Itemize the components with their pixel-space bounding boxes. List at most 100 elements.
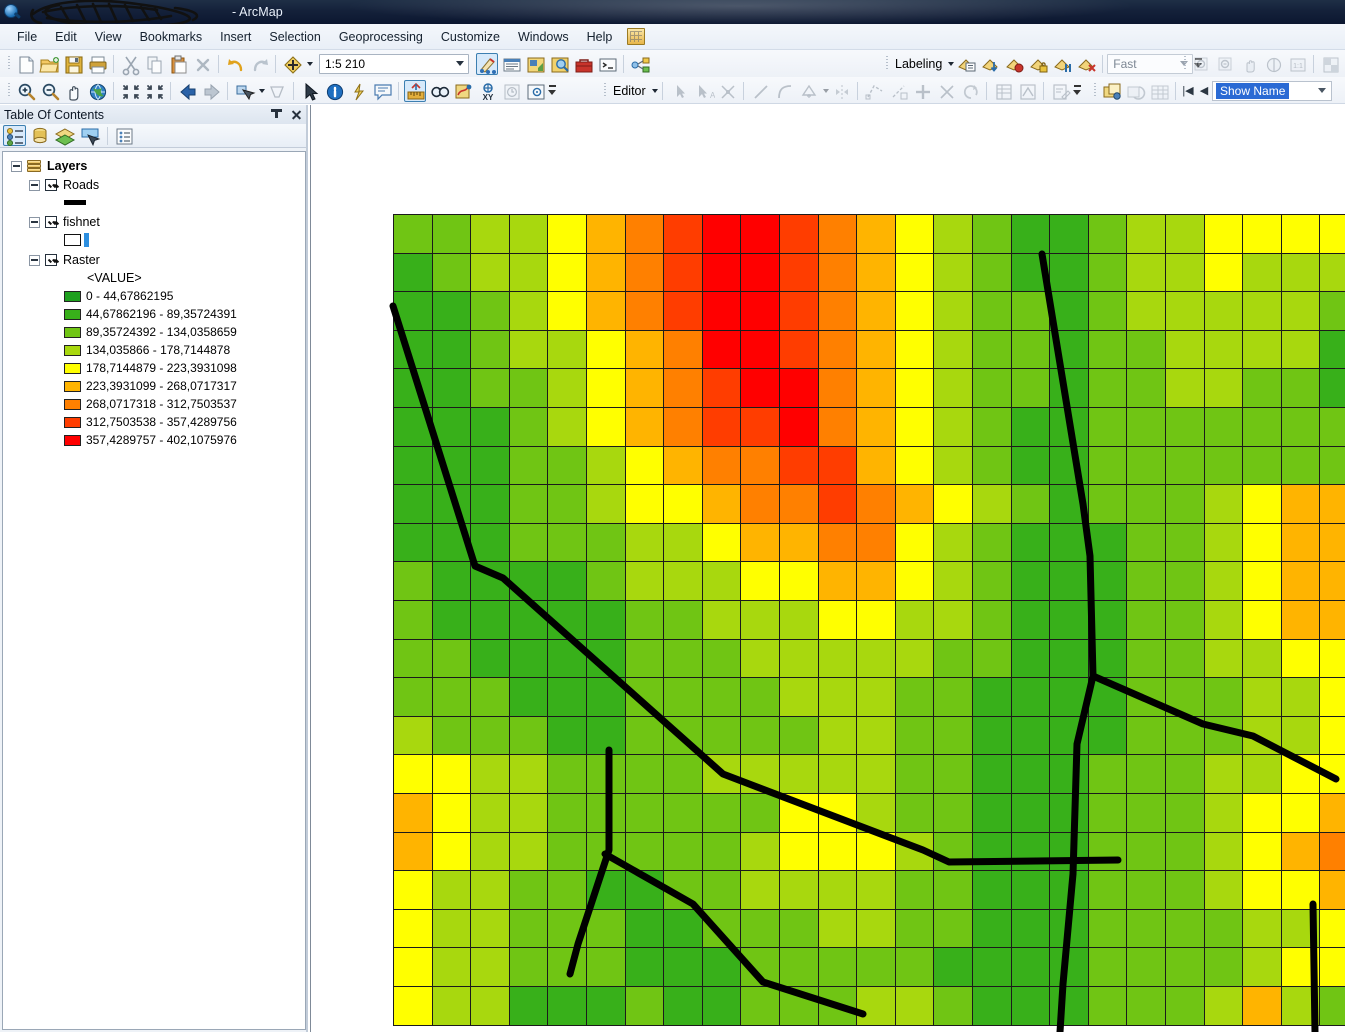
catalog-icon[interactable] <box>524 53 546 75</box>
list-by-selection-icon[interactable] <box>78 125 101 147</box>
label-priority-icon[interactable] <box>979 53 1001 75</box>
new-map-icon[interactable] <box>14 53 36 75</box>
search-icon[interactable] <box>548 53 570 75</box>
toolbar-grip[interactable] <box>6 54 13 73</box>
full-extent-icon[interactable] <box>86 80 108 102</box>
remove-labels-icon[interactable] <box>1075 53 1097 75</box>
redo-icon[interactable] <box>248 53 270 75</box>
layer-item-roads[interactable]: Roads <box>9 176 305 194</box>
go-back-icon[interactable] <box>176 80 198 102</box>
cut-icon[interactable] <box>119 53 141 75</box>
pin-icon[interactable] <box>269 107 285 123</box>
menu-file[interactable]: File <box>8 26 46 48</box>
clear-selection-icon <box>266 80 288 102</box>
layer-visibility-checkbox-roads[interactable] <box>45 179 57 191</box>
menu-view[interactable]: View <box>86 26 131 48</box>
menu-edit[interactable]: Edit <box>46 26 86 48</box>
select-features-dropdown-caret[interactable] <box>259 88 265 93</box>
table-icon[interactable] <box>627 28 646 45</box>
options-icon[interactable] <box>112 125 135 146</box>
editor-dropdown-caret[interactable] <box>651 88 658 93</box>
html-popup-icon[interactable] <box>371 80 393 102</box>
chevron-down-icon[interactable] <box>1313 82 1331 100</box>
select-elements-icon[interactable] <box>299 80 321 102</box>
add-data-icon[interactable] <box>281 53 303 75</box>
go-forward-icon[interactable] <box>200 80 222 102</box>
panel-resizer[interactable] <box>306 105 308 1032</box>
editor-menu-label[interactable]: Editor <box>609 84 649 98</box>
identify-icon[interactable] <box>323 80 345 102</box>
legend-color-swatch <box>64 380 81 392</box>
effects-toolbar-grip[interactable] <box>1182 54 1189 73</box>
arctoolbox-icon[interactable] <box>572 53 594 75</box>
zoom-out-icon[interactable] <box>38 80 60 102</box>
editor-overflow-icon[interactable] <box>1072 80 1083 102</box>
collapse-icon[interactable] <box>29 179 40 191</box>
menu-insert[interactable]: Insert <box>211 26 260 48</box>
paste-icon[interactable] <box>167 53 189 75</box>
labeling-toolbar-grip[interactable] <box>884 54 891 73</box>
layer-item-fishnet[interactable]: fishnet <box>9 213 305 231</box>
print-icon[interactable] <box>86 53 108 75</box>
related-tables-icon[interactable] <box>1100 80 1122 102</box>
model-builder-icon[interactable] <box>629 53 651 75</box>
find-route-icon[interactable] <box>452 80 474 102</box>
labeling-dropdown-caret[interactable] <box>948 61 955 66</box>
fixed-zoom-out-icon[interactable] <box>143 80 165 102</box>
menu-selection[interactable]: Selection <box>260 26 329 48</box>
undo-icon[interactable] <box>224 53 246 75</box>
tree-node-layers[interactable]: Layers <box>9 157 305 175</box>
menu-customize[interactable]: Customize <box>432 26 509 48</box>
add-data-dropdown-caret[interactable] <box>307 61 313 66</box>
previous-record-button[interactable]: ◀ <box>1196 81 1212 101</box>
measure-icon[interactable] <box>404 79 426 102</box>
show-name-combo[interactable]: Show Name <box>1212 80 1332 101</box>
python-window-icon[interactable] <box>596 53 618 75</box>
create-viewer-icon[interactable] <box>524 80 546 102</box>
toc-tree-container[interactable]: Layers Roads fishnet Raster <VALUE> 0 - … <box>2 151 306 1030</box>
select-features-icon[interactable] <box>233 80 256 102</box>
delete-icon[interactable] <box>191 53 213 75</box>
save-icon[interactable] <box>62 53 84 75</box>
collapse-icon[interactable] <box>29 216 40 228</box>
list-by-drawing-order-icon[interactable] <box>3 125 26 147</box>
labeling-menu-label[interactable]: Labeling <box>891 57 945 71</box>
tools-grip[interactable] <box>6 81 13 100</box>
attributes-toolbar-grip[interactable] <box>1092 81 1099 100</box>
editor-toolbar-grip[interactable] <box>602 81 609 100</box>
collapse-icon[interactable] <box>11 160 22 172</box>
open-icon[interactable] <box>38 53 60 75</box>
hyperlink-icon[interactable] <box>347 80 369 102</box>
chevron-down-icon[interactable] <box>451 55 468 73</box>
layer-item-raster[interactable]: Raster <box>9 251 305 269</box>
pause-labeling-icon[interactable] <box>1051 53 1073 75</box>
list-by-visibility-icon[interactable] <box>53 125 76 146</box>
find-icon[interactable] <box>428 80 450 102</box>
layer-visibility-checkbox-raster[interactable] <box>45 254 57 266</box>
fixed-zoom-in-icon[interactable] <box>119 80 141 102</box>
copy-icon[interactable] <box>143 53 165 75</box>
pan-icon[interactable] <box>62 80 84 102</box>
layer-visibility-checkbox-fishnet[interactable] <box>45 216 57 228</box>
list-by-source-icon[interactable] <box>28 125 51 146</box>
menu-help[interactable]: Help <box>578 26 622 48</box>
transparency-icon <box>1319 53 1341 75</box>
menu-bookmarks[interactable]: Bookmarks <box>131 26 212 48</box>
close-icon[interactable] <box>288 107 304 123</box>
zoom-in-icon[interactable] <box>14 80 36 102</box>
legend-row: 0 - 44,67862195 <box>9 287 305 305</box>
menu-geoprocessing[interactable]: Geoprocessing <box>330 26 432 48</box>
label-engine-quality-combo[interactable]: Fast <box>1107 53 1194 74</box>
go-to-xy-icon[interactable]: XY <box>476 80 498 102</box>
first-record-button[interactable]: |◀ <box>1180 81 1196 101</box>
map-scale-combo[interactable]: 1:5 210 <box>319 53 469 74</box>
collapse-icon[interactable] <box>29 254 40 266</box>
label-manager-icon[interactable] <box>955 53 977 75</box>
menu-windows[interactable]: Windows <box>509 26 578 48</box>
lock-labels-icon[interactable] <box>1027 53 1049 75</box>
tools-overflow-icon[interactable] <box>547 80 558 102</box>
map-data-frame[interactable] <box>310 105 1345 1032</box>
edit-vertices-icon[interactable] <box>476 52 498 75</box>
label-weight-icon[interactable] <box>1003 53 1025 75</box>
table-of-contents-icon[interactable] <box>500 53 522 75</box>
